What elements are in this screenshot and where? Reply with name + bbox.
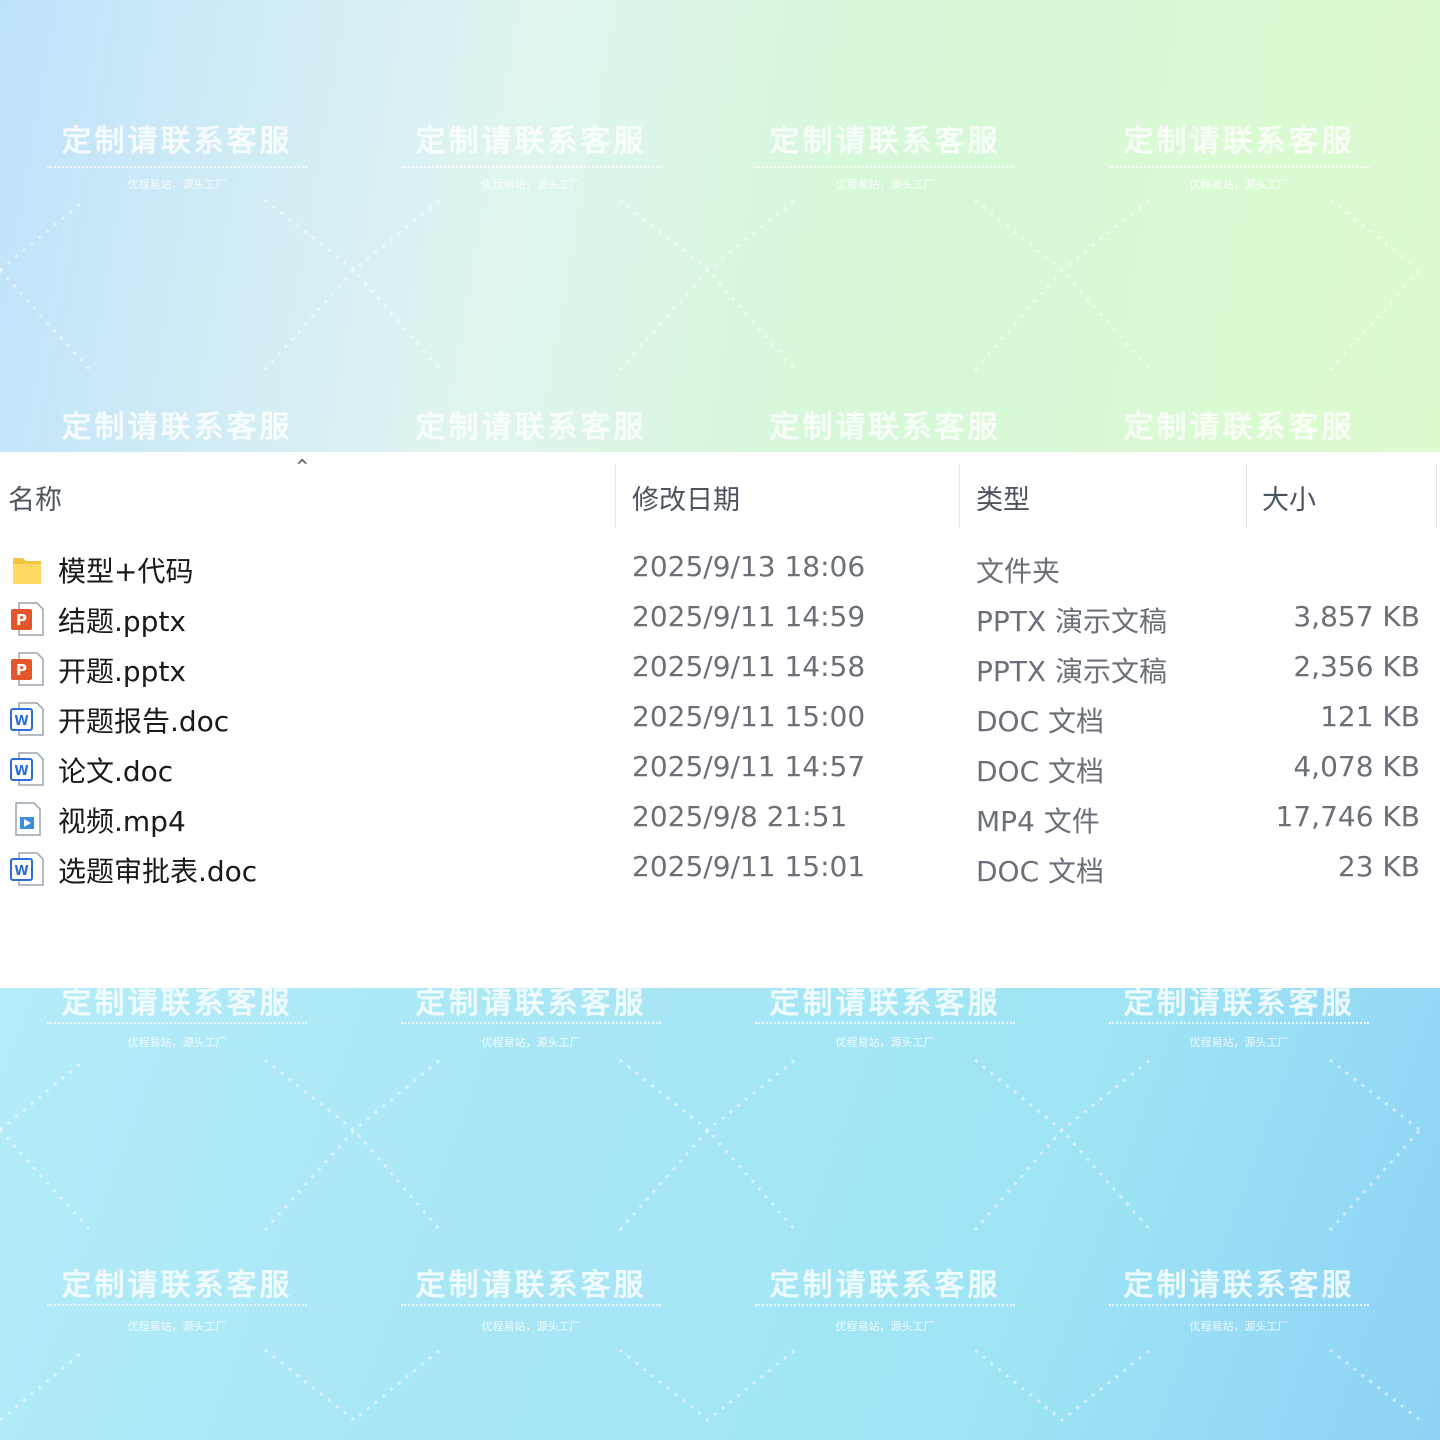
word-icon: W (10, 752, 44, 786)
column-divider[interactable] (1436, 464, 1437, 528)
column-header-type[interactable]: 类型 (976, 478, 1030, 517)
svg-text:W: W (14, 864, 28, 879)
file-row[interactable]: 视频.mp4 2025/9/8 21:51 MP4 文件 17,746 KB (0, 794, 1440, 844)
file-date: 2025/9/11 15:01 (632, 850, 866, 883)
file-date: 2025/9/11 14:57 (632, 750, 866, 783)
column-header-date[interactable]: 修改日期 (632, 478, 740, 517)
file-name: 论文.doc (58, 755, 174, 788)
file-list-panel: ⌃ 名称 修改日期 类型 大小 模型+代码 2025/9/13 18:06 文件… (0, 452, 1440, 988)
file-date: 2025/9/11 14:59 (632, 600, 866, 633)
file-row[interactable]: W 选题审批表.doc 2025/9/11 15:01 DOC 文档 23 KB (0, 844, 1440, 894)
svg-text:W: W (14, 714, 28, 729)
file-type: PPTX 演示文稿 (976, 605, 1167, 638)
file-name: 视频.mp4 (58, 805, 186, 838)
file-name: 开题报告.doc (58, 705, 230, 738)
powerpoint-icon: P (11, 652, 44, 686)
column-divider[interactable] (959, 464, 960, 528)
file-size: 23 KB (1337, 850, 1420, 883)
file-name: 结题.pptx (58, 605, 186, 638)
file-row[interactable]: P 开题.pptx 2025/9/11 14:58 PPTX 演示文稿 2,35… (0, 644, 1440, 694)
file-date: 2025/9/11 15:00 (632, 700, 866, 733)
file-type: DOC 文档 (976, 705, 1105, 738)
column-header-size[interactable]: 大小 (1262, 478, 1316, 517)
file-name: 开题.pptx (58, 655, 186, 688)
file-name: 模型+代码 (58, 555, 194, 588)
file-type: MP4 文件 (976, 805, 1100, 838)
video-icon (15, 802, 41, 836)
file-row[interactable]: W 开题报告.doc 2025/9/11 15:00 DOC 文档 121 KB (0, 694, 1440, 744)
file-size: 17,746 KB (1275, 800, 1420, 833)
file-size: 4,078 KB (1293, 750, 1420, 783)
file-type: PPTX 演示文稿 (976, 655, 1167, 688)
file-size: 3,857 KB (1293, 600, 1420, 633)
file-date: 2025/9/8 21:51 (632, 800, 848, 833)
svg-text:W: W (14, 764, 28, 779)
file-type: DOC 文档 (976, 855, 1105, 888)
folder-icon (13, 558, 41, 584)
background-bottom (0, 988, 1440, 1440)
file-row[interactable]: P 结题.pptx 2025/9/11 14:59 PPTX 演示文稿 3,85… (0, 594, 1440, 644)
column-header-row: ⌃ 名称 修改日期 类型 大小 (0, 452, 1440, 532)
file-size: 121 KB (1320, 700, 1420, 733)
svg-text:P: P (16, 611, 27, 629)
file-date: 2025/9/13 18:06 (632, 550, 866, 583)
background-top (0, 0, 1440, 452)
powerpoint-icon: P (11, 602, 44, 636)
svg-text:P: P (16, 661, 27, 679)
word-icon: W (10, 702, 44, 736)
column-divider[interactable] (615, 464, 616, 528)
file-type: 文件夹 (976, 555, 1061, 588)
chevron-up-icon: ⌃ (293, 456, 312, 481)
word-icon: W (10, 852, 44, 886)
file-name: 选题审批表.doc (58, 855, 258, 888)
file-date: 2025/9/11 14:58 (632, 650, 866, 683)
column-divider[interactable] (1246, 464, 1247, 528)
file-size: 2,356 KB (1293, 650, 1420, 683)
file-type: DOC 文档 (976, 755, 1105, 788)
column-header-name[interactable]: 名称 (8, 478, 62, 517)
file-row[interactable]: W 论文.doc 2025/9/11 14:57 DOC 文档 4,078 KB (0, 744, 1440, 794)
file-row[interactable]: 模型+代码 2025/9/13 18:06 文件夹 (0, 544, 1440, 594)
